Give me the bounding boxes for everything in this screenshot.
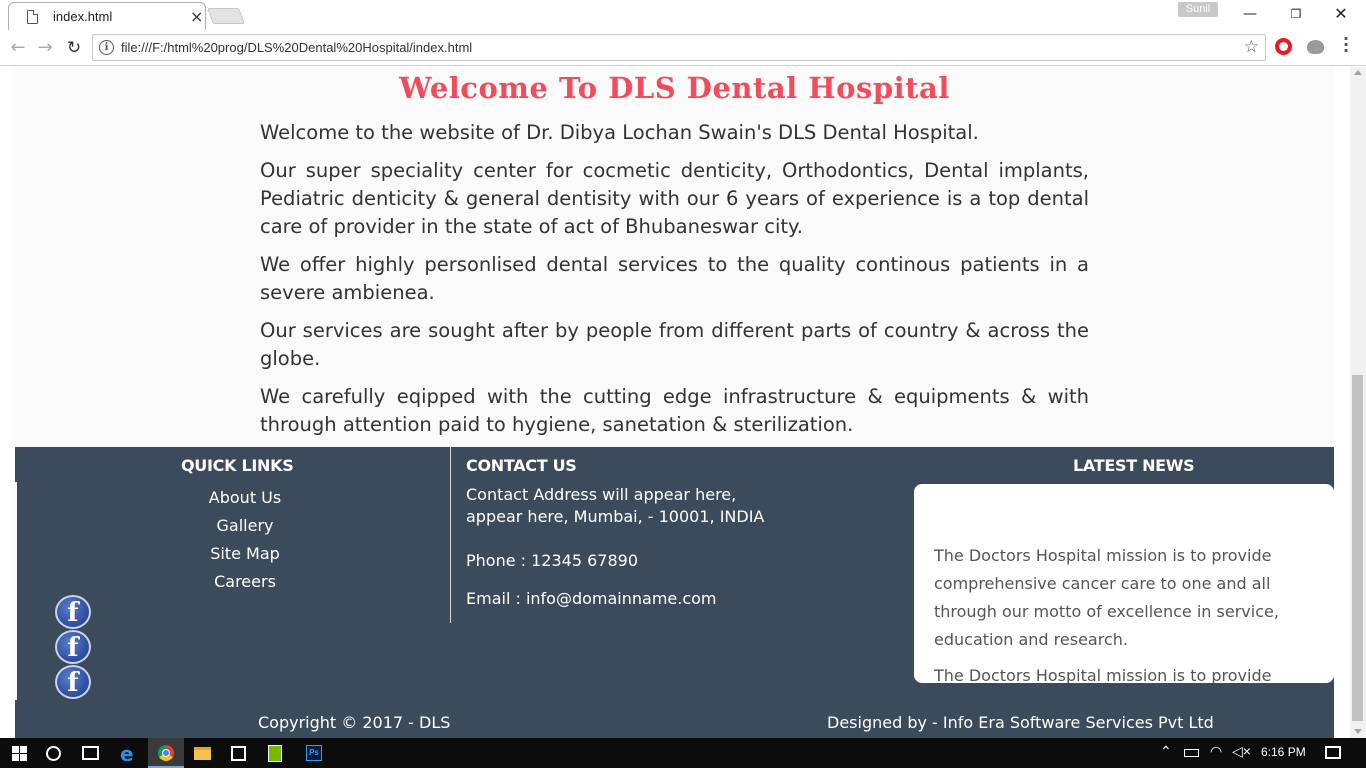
- extension-icon[interactable]: [1307, 40, 1324, 54]
- vertical-scrollbar[interactable]: [1350, 67, 1366, 738]
- link-site-map[interactable]: Site Map: [180, 541, 310, 569]
- info-icon[interactable]: i: [99, 40, 114, 55]
- edge-icon[interactable]: e: [120, 742, 140, 766]
- forward-button[interactable]: →: [33, 36, 57, 60]
- cortana-icon[interactable]: [46, 746, 61, 761]
- scroll-up-icon[interactable]: [1354, 70, 1362, 75]
- address-bar[interactable]: i file:///F:/html%20prog/DLS%20Dental%20…: [92, 34, 1266, 61]
- clock[interactable]: 6:16 PM: [1261, 745, 1306, 759]
- page-viewport: Welcome To DLS Dental Hospital Welcome t…: [0, 67, 1366, 738]
- designed-by-text: Designed by - Info Era Software Services…: [827, 713, 1214, 732]
- profile-button[interactable]: Sunil: [1178, 2, 1218, 17]
- footer-divider: [450, 447, 451, 623]
- contact-email: Email : info@domainname.com: [466, 589, 717, 608]
- scroll-thumb[interactable]: [1352, 375, 1363, 721]
- taskbar: e Ps ⌃ ◠ ◁× 6:16 PM: [0, 738, 1366, 768]
- link-gallery[interactable]: Gallery: [180, 513, 310, 541]
- copyright-text: Copyright © 2017 - DLS: [258, 713, 451, 732]
- chrome-icon: [158, 745, 174, 761]
- facebook-icon[interactable]: f: [55, 630, 91, 664]
- browser-menu-icon[interactable]: · · ·: [1341, 31, 1351, 59]
- new-tab-button[interactable]: [207, 8, 245, 24]
- news-ticker: The Doctors Hospital mission is to provi…: [914, 484, 1334, 683]
- news-list: The Doctors Hospital mission is to provi…: [934, 542, 1319, 683]
- paragraph: We offer highly personlised dental servi…: [260, 253, 1089, 304]
- tab-close-icon[interactable]: ×: [190, 7, 203, 26]
- welcome-text: Welcome to the website of Dr. Dibya Loch…: [260, 119, 1089, 449]
- link-careers[interactable]: Careers: [180, 569, 310, 597]
- copyright-bar: Copyright © 2017 - DLS Designed by - Inf…: [15, 710, 1334, 738]
- volume-icon[interactable]: ◁×: [1232, 743, 1251, 760]
- back-button[interactable]: ←: [6, 36, 30, 60]
- news-item: The Doctors Hospital mission is to provi…: [934, 546, 1279, 649]
- contact-address: Contact Address will appear here, appear…: [466, 485, 765, 526]
- tab-strip: index.html × Sunil — ❐ ✕: [0, 0, 1366, 30]
- task-view-icon[interactable]: [82, 746, 99, 760]
- paragraph: Our services are sought after by people …: [260, 319, 1089, 370]
- page-icon: [27, 10, 38, 24]
- tray-expand-icon[interactable]: ⌃: [1160, 743, 1172, 760]
- chrome-taskbar-button[interactable]: [148, 738, 184, 768]
- footer: QUICK LINKS About Us Gallery Site Map Ca…: [15, 447, 1334, 710]
- opera-extension-icon[interactable]: [1275, 38, 1292, 55]
- quick-links-list: About Us Gallery Site Map Careers: [180, 485, 310, 597]
- link-about-us[interactable]: About Us: [180, 485, 310, 513]
- browser-toolbar: ← → ↻ i file:///F:/html%20prog/DLS%20Den…: [0, 30, 1366, 66]
- scroll-down-icon[interactable]: [1354, 729, 1362, 734]
- notification-icon[interactable]: [1325, 746, 1341, 759]
- store-icon[interactable]: [231, 746, 246, 761]
- contact-phone: Phone : 12345 67890: [466, 551, 639, 570]
- footer-edge: [15, 482, 17, 700]
- windows-start-icon[interactable]: [12, 746, 27, 761]
- close-window-button[interactable]: ✕: [1326, 4, 1356, 24]
- tab-title: index.html: [53, 9, 113, 24]
- facebook-icon[interactable]: f: [55, 665, 91, 699]
- notepad-icon[interactable]: [268, 745, 282, 762]
- latest-news-title: LATEST NEWS: [1073, 456, 1195, 475]
- paragraph: We carefully eqipped with the cutting ed…: [260, 385, 1089, 436]
- url-text[interactable]: file:///F:/html%20prog/DLS%20Dental%20Ho…: [121, 40, 472, 55]
- reload-button[interactable]: ↻: [62, 36, 86, 60]
- minimize-button[interactable]: —: [1235, 4, 1265, 24]
- file-explorer-icon[interactable]: [194, 747, 211, 760]
- restore-button[interactable]: ❐: [1281, 4, 1311, 24]
- paragraph: Our super speciality center for cocmetic…: [260, 159, 1089, 238]
- paragraph: Welcome to the website of Dr. Dibya Loch…: [260, 121, 979, 144]
- photoshop-icon[interactable]: Ps: [306, 745, 322, 761]
- facebook-icon[interactable]: f: [55, 595, 91, 629]
- browser-tab[interactable]: index.html ×: [8, 2, 206, 30]
- contact-title: CONTACT US: [466, 456, 577, 475]
- bookmark-star-icon[interactable]: ☆: [1244, 37, 1259, 57]
- page-content: Welcome To DLS Dental Hospital Welcome t…: [15, 67, 1334, 738]
- battery-icon[interactable]: [1184, 749, 1199, 757]
- page-heading: Welcome To DLS Dental Hospital: [399, 71, 950, 105]
- news-item: The Doctors Hospital mission is to provi…: [934, 666, 1272, 683]
- wifi-icon[interactable]: ◠: [1210, 743, 1222, 760]
- quick-links-title: QUICK LINKS: [181, 456, 294, 475]
